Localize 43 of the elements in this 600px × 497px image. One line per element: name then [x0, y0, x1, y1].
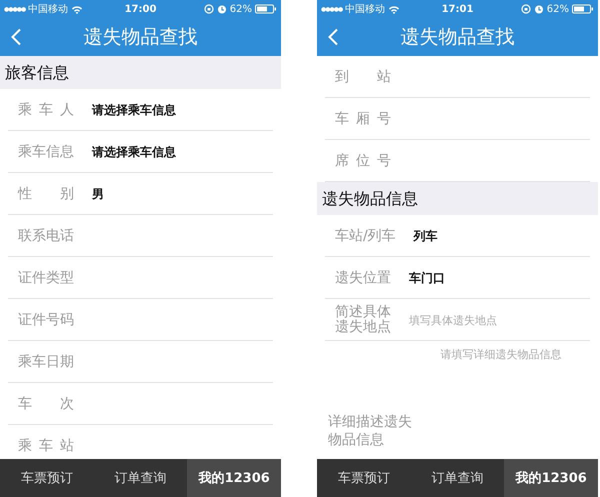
- field-label: 到站: [335, 68, 391, 86]
- field-label: 席位号: [335, 152, 391, 170]
- tab[interactable]: 我的12306: [187, 459, 282, 497]
- field-label: 车厢号: [335, 110, 391, 128]
- carrier-name: 中国移动: [345, 2, 386, 16]
- status-time: 17:00: [124, 4, 156, 14]
- field-value[interactable]: 请选择乘车信息: [92, 102, 176, 118]
- field-label: 乘车信息: [18, 143, 74, 161]
- field-label: 乘车日期: [18, 353, 74, 371]
- status-time: 17:01: [442, 4, 474, 14]
- field-value[interactable]: 请选择乘车信息: [92, 144, 176, 160]
- field-value[interactable]: 车门口: [409, 270, 445, 286]
- field-label: 性别: [18, 185, 74, 203]
- field-label: 证件号码: [18, 311, 74, 329]
- field-value[interactable]: 列车: [414, 228, 438, 244]
- page-title: 遗失物品查找: [82, 25, 198, 50]
- field-label: 证件类型: [18, 269, 74, 287]
- section-header: 遗失物品信息: [317, 182, 598, 215]
- field-label: 车站/列车: [335, 227, 396, 245]
- field-label: 车次: [18, 395, 74, 413]
- field-label: 乘车人: [18, 101, 74, 119]
- wifi-icon: [388, 4, 400, 14]
- battery-icon: [255, 4, 277, 14]
- carrier-name: 中国移动: [28, 2, 68, 16]
- alarm-icon: [534, 4, 544, 14]
- text-area[interactable]: 请填写详细遗失物品信息: [416, 347, 586, 439]
- tab[interactable]: 我的12306: [504, 459, 598, 497]
- battery-percent: 62%: [546, 4, 569, 14]
- wifi-icon: [71, 4, 84, 14]
- rotation-lock-icon: [204, 4, 214, 14]
- input-field[interactable]: 填写具体遗失地点: [409, 314, 559, 326]
- section-header: 旅客信息: [0, 56, 281, 89]
- field-label: 联系电话: [18, 227, 74, 245]
- field-label: 详细描述遗失物品信息: [328, 412, 412, 449]
- field-label: 遗失位置: [335, 269, 391, 287]
- field-label: 乘车站: [18, 437, 74, 455]
- alarm-icon: [216, 4, 227, 14]
- field-value[interactable]: 男: [92, 186, 104, 202]
- battery-icon: [572, 4, 594, 14]
- field-label: 简述具体遗失地点: [335, 305, 391, 335]
- rotation-lock-icon: [520, 4, 531, 14]
- page-title: 遗失物品查找: [400, 25, 516, 50]
- battery-percent: 62%: [230, 4, 252, 14]
